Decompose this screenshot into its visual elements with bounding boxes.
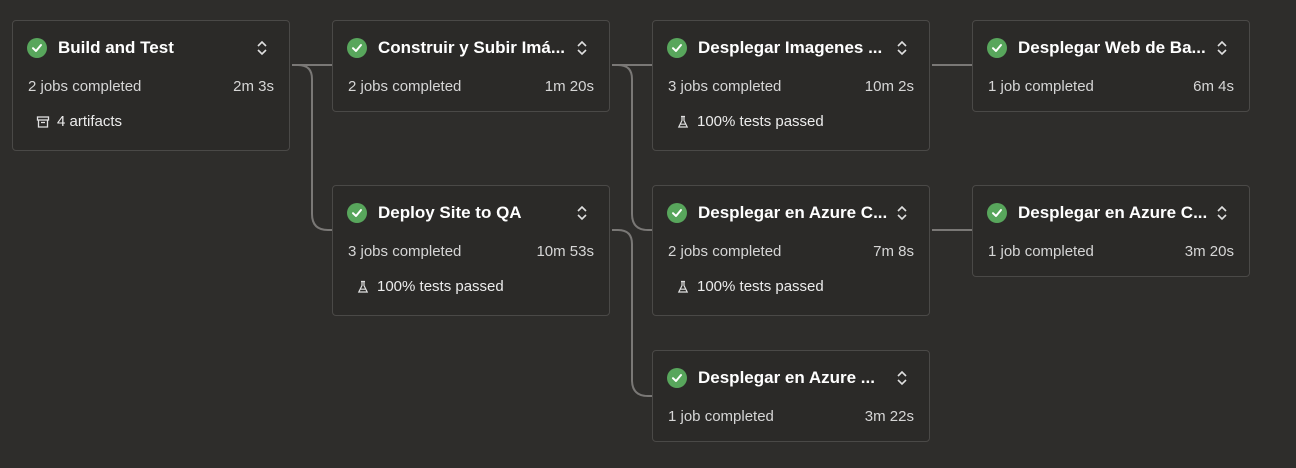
tests-link[interactable]: 100% tests passed xyxy=(675,113,824,130)
stage-card-desplegar-imagenes[interactable]: Desplegar Imagenes ... 3 jobs completed 1… xyxy=(652,20,930,151)
flask-icon xyxy=(675,279,691,295)
stage-duration: 7m 8s xyxy=(873,243,914,260)
success-check-icon xyxy=(27,38,47,58)
stage-title: Desplegar Imagenes ... xyxy=(698,38,883,57)
stage-title: Desplegar en Azure C... xyxy=(698,203,888,222)
jobs-status: 1 job completed xyxy=(668,408,774,425)
success-check-icon xyxy=(987,38,1007,58)
jobs-status: 3 jobs completed xyxy=(348,243,462,260)
jobs-status: 2 jobs completed xyxy=(348,78,462,95)
tests-link[interactable]: 100% tests passed xyxy=(355,278,504,295)
stage-duration: 10m 53s xyxy=(536,243,594,260)
jobs-status: 1 job completed xyxy=(988,243,1094,260)
success-check-icon xyxy=(667,203,687,223)
expand-collapse-icon[interactable] xyxy=(573,203,591,223)
success-check-icon xyxy=(347,203,367,223)
jobs-status: 1 job completed xyxy=(988,78,1094,95)
stage-title: Deploy Site to QA xyxy=(378,203,522,222)
flask-icon xyxy=(355,279,371,295)
tests-label: 100% tests passed xyxy=(377,278,504,295)
expand-collapse-icon[interactable] xyxy=(253,38,271,58)
stage-duration: 1m 20s xyxy=(544,78,594,95)
jobs-status: 3 jobs completed xyxy=(668,78,782,95)
success-check-icon xyxy=(987,203,1007,223)
expand-collapse-icon[interactable] xyxy=(893,368,911,388)
expand-collapse-icon[interactable] xyxy=(893,38,911,58)
expand-collapse-icon[interactable] xyxy=(573,38,591,58)
success-check-icon xyxy=(347,38,367,58)
stage-title: Desplegar en Azure ... xyxy=(698,368,875,387)
stage-card-build-and-test[interactable]: Build and Test 2 jobs completed 2m 3s 4 a… xyxy=(12,20,290,151)
stage-card-desplegar-azure-c-1[interactable]: Desplegar en Azure C... 2 jobs completed… xyxy=(652,185,930,316)
stage-duration: 3m 20s xyxy=(1184,243,1234,260)
stage-card-desplegar-web[interactable]: Desplegar Web de Ba... 1 job completed 6m… xyxy=(972,20,1250,112)
stage-title: Desplegar en Azure C... xyxy=(1018,203,1208,222)
stage-title: Build and Test xyxy=(58,38,174,57)
jobs-status: 2 jobs completed xyxy=(668,243,782,260)
expand-collapse-icon[interactable] xyxy=(1213,203,1231,223)
artifacts-link[interactable]: 4 artifacts xyxy=(35,113,122,130)
artifacts-label: 4 artifacts xyxy=(57,113,123,130)
success-check-icon xyxy=(667,368,687,388)
stage-duration: 10m 2s xyxy=(864,78,914,95)
tests-label: 100% tests passed xyxy=(697,113,824,130)
jobs-status: 2 jobs completed xyxy=(28,78,142,95)
stage-card-desplegar-azure-c-2[interactable]: Desplegar en Azure C... 1 job completed 3… xyxy=(972,185,1250,277)
tests-link[interactable]: 100% tests passed xyxy=(675,278,824,295)
stage-card-construir-y-subir[interactable]: Construir y Subir Imá... 2 jobs complete… xyxy=(332,20,610,112)
stage-card-desplegar-azure-3[interactable]: Desplegar en Azure ... 1 job completed 3m… xyxy=(652,350,930,442)
stage-title: Construir y Subir Imá... xyxy=(378,38,566,57)
flask-icon xyxy=(675,114,691,130)
artifact-icon xyxy=(35,114,51,130)
stage-duration: 3m 22s xyxy=(864,408,914,425)
success-check-icon xyxy=(667,38,687,58)
stage-duration: 2m 3s xyxy=(233,78,274,95)
stage-card-deploy-site-to-qa[interactable]: Deploy Site to QA 3 jobs completed 10m 53… xyxy=(332,185,610,316)
expand-collapse-icon[interactable] xyxy=(1213,38,1231,58)
stage-duration: 6m 4s xyxy=(1193,78,1234,95)
stage-title: Desplegar Web de Ba... xyxy=(1018,38,1206,57)
tests-label: 100% tests passed xyxy=(697,278,824,295)
expand-collapse-icon[interactable] xyxy=(893,203,911,223)
